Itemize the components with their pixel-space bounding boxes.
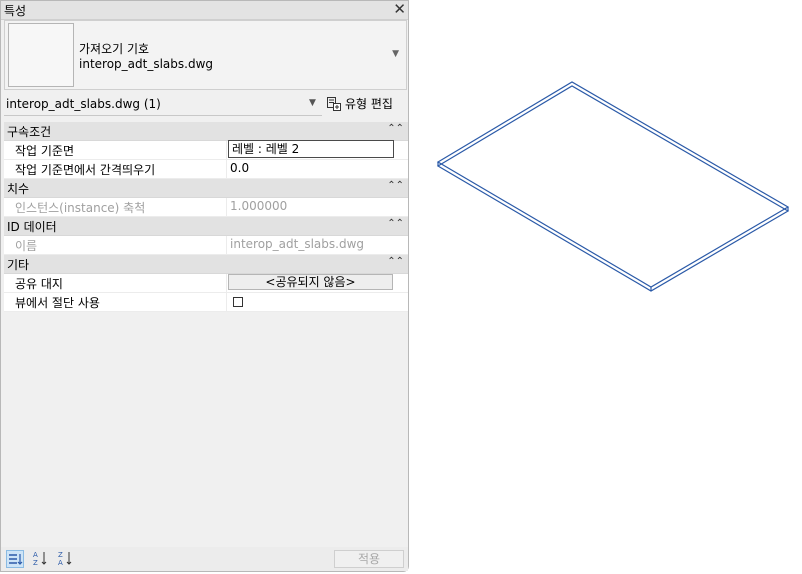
type-selector[interactable]: 가져오기 기호 interop_adt_slabs.dwg ▼	[4, 20, 407, 90]
filter-underline	[4, 115, 322, 116]
svg-text:A: A	[33, 551, 38, 559]
collapse-icon[interactable]: ⌃⌃	[387, 256, 404, 267]
svg-text:Z: Z	[33, 559, 38, 566]
sort-az-icon[interactable]: A Z	[31, 550, 49, 568]
close-icon[interactable]: ✕	[393, 0, 406, 18]
drawing-view-canvas[interactable]	[434, 80, 794, 295]
collapse-icon[interactable]: ⌃⌃	[387, 123, 404, 134]
type-preview-image	[8, 23, 74, 87]
collapse-icon[interactable]: ⌃⌃	[387, 218, 404, 229]
edit-type-icon	[327, 97, 341, 111]
collapse-icon[interactable]: ⌃⌃	[387, 180, 404, 191]
column-divider	[226, 141, 227, 159]
category-dimensions[interactable]: 치수 ⌃⌃	[4, 179, 408, 198]
property-row-cut-in-view: 뷰에서 절단 사용	[4, 293, 408, 312]
offset-value[interactable]: 0.0	[230, 161, 249, 175]
column-divider	[226, 198, 227, 216]
cut-in-view-checkbox[interactable]	[233, 297, 243, 307]
categorized-sort-icon[interactable]	[6, 550, 24, 568]
category-id-data[interactable]: ID 데이터 ⌃⌃	[4, 217, 408, 236]
property-row-scale: 인스턴스(instance) 축척 1.000000	[4, 198, 408, 217]
property-name: 인스턴스(instance) 축척	[15, 201, 146, 215]
palette-title: 특성	[4, 4, 27, 18]
palette-footer: A Z Z A 적용	[1, 547, 408, 571]
category-label: ID 데이터	[7, 220, 57, 234]
column-divider	[226, 274, 227, 292]
category-label: 구속조건	[7, 125, 52, 139]
edit-type-button[interactable]: 유형 편집	[327, 95, 393, 113]
category-label: 치수	[7, 182, 30, 196]
sort-za-glyph: Z A	[58, 551, 72, 567]
category-constraints[interactable]: 구속조건 ⌃⌃	[4, 122, 408, 141]
type-name: interop_adt_slabs.dwg	[79, 57, 214, 71]
instance-filter-row: interop_adt_slabs.dwg (1) ▼ 유형 편집	[4, 93, 407, 116]
sort-az-glyph: A Z	[33, 551, 47, 567]
properties-palette: 특성 ✕ 가져오기 기호 interop_adt_slabs.dwg ▼ int…	[0, 0, 409, 572]
column-divider	[226, 293, 227, 311]
svg-text:Z: Z	[58, 551, 63, 559]
property-name: 뷰에서 절단 사용	[15, 296, 100, 310]
property-grid: 구속조건 ⌃⌃ 작업 기준면 레벨 : 레벨 2 작업 기준면에서 간격띄우기 …	[4, 122, 408, 312]
column-divider	[226, 160, 227, 178]
category-label: 기타	[7, 258, 30, 272]
category-other[interactable]: 기타 ⌃⌃	[4, 255, 408, 274]
edit-type-label: 유형 편집	[345, 97, 393, 111]
property-name: 이름	[15, 239, 38, 253]
svg-text:A: A	[58, 559, 63, 566]
sort-za-icon[interactable]: Z A	[56, 550, 74, 568]
property-row-offset: 작업 기준면에서 간격띄우기 0.0	[4, 160, 408, 179]
work-plane-field[interactable]: 레벨 : 레벨 2	[228, 140, 394, 158]
categorized-sort-glyph	[9, 554, 23, 565]
chevron-down-icon[interactable]: ▼	[309, 98, 316, 108]
name-value: interop_adt_slabs.dwg	[230, 237, 365, 251]
property-name: 작업 기준면에서 간격띄우기	[15, 163, 156, 177]
property-name: 작업 기준면	[15, 144, 75, 158]
palette-titlebar[interactable]: 특성 ✕	[1, 0, 408, 20]
slab-outline	[436, 81, 790, 292]
property-row-work-plane: 작업 기준면 레벨 : 레벨 2	[4, 140, 408, 160]
scale-value: 1.000000	[230, 199, 288, 213]
type-family-name: 가져오기 기호	[79, 42, 150, 56]
instance-filter-select[interactable]: interop_adt_slabs.dwg (1)	[6, 97, 161, 111]
property-name: 공유 대지	[15, 277, 63, 291]
shared-site-button[interactable]: <공유되지 않음>	[228, 274, 393, 290]
dropdown-arrow-icon[interactable]: ▼	[392, 49, 399, 59]
column-divider	[226, 236, 227, 254]
property-row-name: 이름 interop_adt_slabs.dwg	[4, 236, 408, 255]
property-row-shared-site: 공유 대지 <공유되지 않음>	[4, 274, 408, 293]
apply-button[interactable]: 적용	[334, 550, 404, 568]
